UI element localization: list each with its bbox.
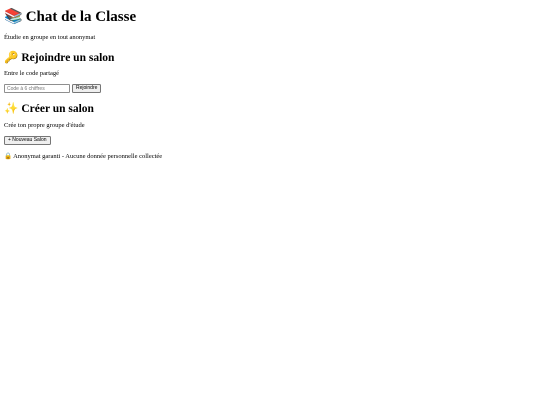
page-title-text: Chat de la Classe (25, 9, 137, 25)
join-form: Rejoindre (4, 84, 102, 93)
key-icon: 🔑 (4, 50, 19, 64)
create-form: + Nouveau Salon (4, 136, 51, 145)
sparkles-icon: ✨ (4, 101, 19, 115)
room-code-input[interactable] (4, 84, 70, 93)
page-title: 📚 Chat de la Classe (4, 7, 136, 26)
join-heading-text: Rejoindre un salon (21, 52, 115, 64)
create-description: Crée ton propre groupe d'étude (4, 122, 85, 129)
new-room-button[interactable]: + Nouveau Salon (4, 136, 51, 145)
join-description: Entre le code partagé (4, 70, 60, 77)
join-button[interactable]: Rejoindre (72, 84, 102, 93)
lock-icon: 🔒 (4, 152, 13, 160)
privacy-notice-text: Anonymat garanti - Aucune donnée personn… (13, 153, 163, 160)
create-section-heading: ✨ Créer un salon (4, 101, 94, 116)
page-subtitle: Étudie en groupe en tout anonymat (4, 34, 96, 41)
join-section-heading: 🔑 Rejoindre un salon (4, 50, 114, 65)
books-icon: 📚 (4, 7, 23, 25)
create-heading-text: Créer un salon (21, 103, 94, 115)
privacy-notice: 🔒Anonymat garanti - Aucune donnée person… (4, 152, 162, 161)
